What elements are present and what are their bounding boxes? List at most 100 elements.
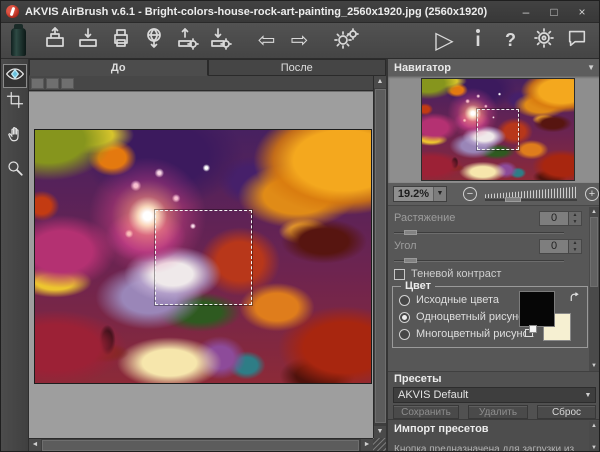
app-logo-icon (6, 5, 19, 18)
quick-preview-tool[interactable] (3, 64, 27, 88)
default-colors-icon[interactable] (525, 325, 539, 339)
angle-parameter: Угол 0 ▲ ▼ (394, 238, 582, 254)
airbrush-logo-icon (11, 28, 26, 56)
redo-button[interactable]: ⇨ (283, 26, 316, 56)
save-image-button[interactable] (71, 26, 104, 56)
presets-title: Пресеты (394, 373, 441, 385)
preferences-button[interactable] (527, 26, 560, 56)
zoom-level-combo[interactable]: 19.2% ▼ (393, 186, 447, 202)
preset-select[interactable]: AKVIS Default ▼ (393, 387, 596, 403)
stretch-slider (394, 229, 564, 236)
scroll-up-arrow[interactable]: ▲ (589, 421, 599, 431)
chevron-down-icon[interactable]: ▼ (581, 392, 595, 399)
zoom-in-button[interactable]: + (585, 187, 599, 201)
image-canvas[interactable] (34, 129, 372, 384)
angle-spinbox: 0 ▲ ▼ (539, 239, 582, 254)
minimize-button[interactable]: – (519, 6, 533, 18)
tab-after[interactable]: После (208, 59, 387, 76)
navigator-thumbnail[interactable] (421, 78, 575, 181)
redo-arrow-icon: ⇨ (291, 30, 309, 51)
preset-buttons: Сохранить Удалить Сброс (393, 405, 596, 419)
radio-icon-checked[interactable] (399, 312, 410, 323)
view-option-button[interactable] (61, 78, 74, 89)
batch-processing-button[interactable] (330, 26, 363, 56)
tab-before[interactable]: До (29, 59, 208, 76)
open-image-button[interactable] (38, 26, 71, 56)
scrollbar-thumb[interactable] (375, 89, 386, 423)
close-button[interactable]: × (575, 6, 589, 18)
resize-grip[interactable] (373, 438, 386, 451)
zoom-value: 19.2% (394, 188, 433, 200)
radio-icon[interactable] (399, 329, 410, 340)
shadow-contrast-option[interactable]: Теневой контраст (394, 268, 501, 280)
magnifier-icon (6, 159, 24, 182)
view-option-button[interactable] (46, 78, 59, 89)
radio-monochrome-drawing[interactable]: Одноцветный рисунок (399, 311, 529, 323)
run-button[interactable]: ▷ (428, 26, 461, 56)
angle-spin-buttons: ▲ ▼ (569, 239, 582, 254)
canvas-vertical-scrollbar[interactable]: ▲ ▼ (373, 76, 386, 438)
zoom-controls: 19.2% ▼ − + (388, 183, 600, 205)
shadow-contrast-checkbox[interactable] (394, 269, 405, 280)
scroll-down-arrow[interactable]: ▼ (374, 426, 386, 438)
maximize-button[interactable]: □ (547, 6, 561, 18)
crop-icon (6, 91, 24, 114)
zoom-slider-thumb[interactable] (505, 197, 521, 202)
radio-multicolor-drawing[interactable]: Многоцветный рисунок (399, 328, 534, 340)
stretch-slider-thumb (404, 230, 417, 235)
print-button[interactable] (104, 26, 137, 56)
scroll-up-arrow[interactable]: ▲ (374, 76, 386, 88)
swap-colors-icon[interactable] (569, 291, 581, 309)
hand-tool[interactable] (3, 124, 27, 148)
crop-tool[interactable] (3, 90, 27, 114)
info-button[interactable] (461, 26, 494, 56)
export-presets-button[interactable] (170, 26, 203, 56)
canvas-area: До После ▲ ▼ ◄ ► (29, 59, 386, 452)
chevron-down-icon[interactable]: ▼ (587, 63, 595, 72)
zoom-out-button[interactable]: − (463, 187, 477, 201)
scroll-right-arrow[interactable]: ► (361, 439, 373, 451)
app-window: AKVIS AirBrush v.6.1 - Bright-colors-hou… (0, 0, 600, 452)
canvas-horizontal-scrollbar[interactable]: ◄ ► (29, 438, 373, 451)
radio-icon[interactable] (399, 295, 410, 306)
print-icon (109, 26, 133, 55)
foreground-color-swatch[interactable] (519, 291, 555, 327)
share-image-button[interactable] (137, 26, 170, 56)
scrollbar-thumb[interactable] (42, 440, 359, 451)
angle-value: 0 (539, 239, 569, 254)
scroll-down-arrow[interactable]: ▼ (589, 443, 599, 452)
color-group-title: Цвет (401, 280, 435, 292)
settings-scrollbar[interactable]: ▲ ▼ (589, 207, 599, 371)
radio-original-colors[interactable]: Исходные цвета (399, 294, 499, 306)
import-presets-button[interactable] (203, 26, 236, 56)
navigator-header: Навигатор ▼ (388, 59, 600, 76)
scroll-up-arrow[interactable]: ▲ (589, 207, 599, 217)
angle-label: Угол (394, 240, 417, 252)
preview-selection-frame[interactable] (155, 210, 252, 305)
window-controls: – □ × (519, 6, 600, 18)
spin-up-icon: ▲ (569, 240, 581, 247)
help-button[interactable]: ? (494, 26, 527, 56)
reset-preset-button[interactable]: Сброс (537, 405, 596, 419)
speech-bubble-icon (566, 27, 588, 54)
image-viewport[interactable] (29, 91, 373, 438)
zoom-slider[interactable] (485, 186, 577, 202)
chevron-down-icon[interactable]: ▼ (433, 187, 446, 201)
feedback-button[interactable] (560, 26, 593, 56)
undo-button[interactable]: ⇦ (250, 26, 283, 56)
scroll-down-arrow[interactable]: ▼ (589, 361, 599, 371)
color-swatches (519, 291, 581, 345)
gears-icon (334, 26, 360, 55)
scrollbar-thumb[interactable] (590, 217, 598, 287)
run-icon: ▷ (435, 30, 453, 51)
hints-scrollbar[interactable]: ▲ ▼ (589, 421, 599, 452)
view-option-button[interactable] (31, 78, 44, 89)
stretch-spin-buttons: ▲ ▼ (569, 211, 582, 226)
navigator-frame[interactable] (477, 109, 519, 150)
hint-title: Импорт пресетов (394, 423, 489, 435)
zoom-tool[interactable] (3, 158, 27, 182)
zoom-slider-track (485, 199, 577, 201)
eye-diamond-icon (5, 64, 25, 89)
scroll-left-arrow[interactable]: ◄ (29, 439, 41, 451)
main-toolbar: ⇦ ⇨ ▷ ? (1, 23, 600, 59)
